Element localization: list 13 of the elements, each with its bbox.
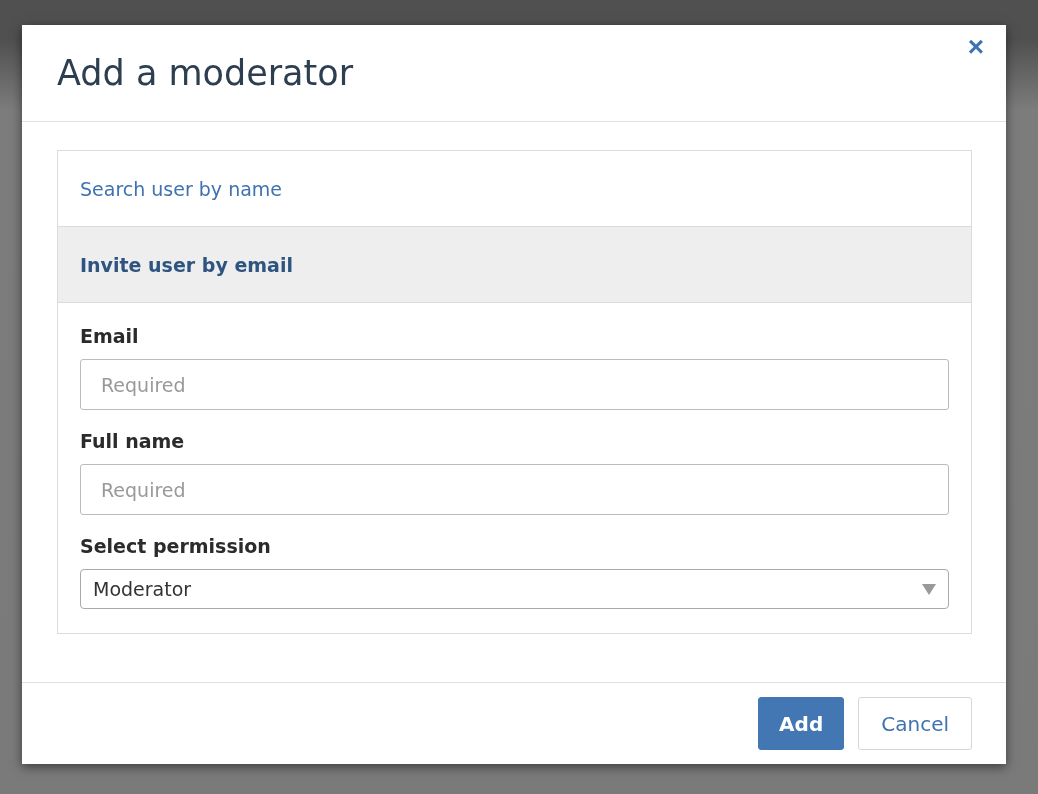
accordion-header[interactable]: Invite user by email: [58, 227, 971, 303]
field-label: Email: [80, 325, 140, 347]
close-button[interactable]: ×: [963, 33, 988, 61]
dropdown-caret-icon: [922, 583, 936, 595]
cancel-button[interactable]: Cancel: [858, 697, 972, 750]
field-label: Select permission: [80, 535, 272, 557]
add-button[interactable]: Add: [758, 697, 845, 750]
permission-select[interactable]: Moderator: [80, 569, 949, 609]
dialog-title: Add a moderator: [57, 53, 354, 93]
input-field[interactable]: Required: [80, 359, 949, 410]
input-field[interactable]: Required: [80, 464, 949, 515]
field-label: Full name: [80, 430, 186, 452]
select-value: Moderator: [93, 578, 192, 600]
